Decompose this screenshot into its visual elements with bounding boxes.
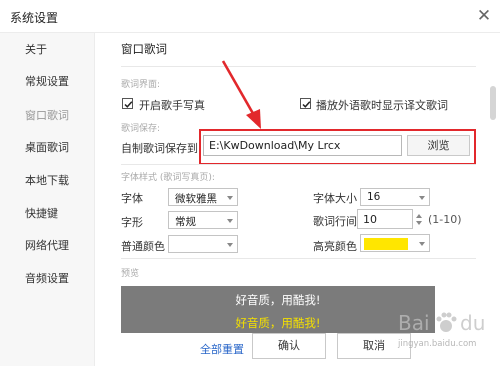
annotation-arrow-icon: [221, 60, 261, 129]
chevron-down-icon[interactable]: [416, 221, 422, 225]
highlight-color-swatch: [364, 238, 408, 250]
normal-color-swatch: [172, 239, 216, 251]
font-style-heading: 字体样式 (歌词写真页):: [121, 173, 215, 183]
font-shape-select[interactable]: 常规: [168, 211, 238, 229]
divider: [121, 258, 476, 259]
ok-button[interactable]: 确认: [252, 333, 326, 359]
check-icon: [302, 101, 311, 108]
sidebar-item-general[interactable]: 常规设置: [0, 71, 95, 93]
lyric-ui-heading: 歌词界面:: [121, 80, 161, 90]
line-spacing-value: 10: [363, 213, 377, 226]
highlight-color-select[interactable]: [360, 234, 430, 252]
font-select[interactable]: 微软雅黑: [168, 188, 238, 206]
chevron-down-icon: [419, 196, 425, 200]
sidebar-item-desktop-lyrics[interactable]: 桌面歌词: [0, 137, 95, 159]
baidu-watermark: Bai du jingyan.baidu.com: [378, 303, 498, 363]
title-bar: [0, 0, 500, 32]
highlight-color-label: 高亮颜色: [313, 240, 357, 253]
sidebar-item-window-lyrics[interactable]: 窗口歌词: [0, 105, 95, 127]
save-path-label: 自制歌词保存到:: [121, 142, 202, 155]
sidebar-item-local-download[interactable]: 本地下载: [0, 170, 95, 192]
scrollbar-thumb[interactable]: [490, 86, 496, 120]
sidebar-item-shortcuts[interactable]: 快捷键: [0, 203, 95, 225]
font-value: 微软雅黑: [175, 193, 217, 205]
font-shape-value: 常规: [175, 216, 196, 228]
chevron-down-icon: [227, 243, 233, 247]
preview-heading: 预览: [121, 269, 140, 279]
reset-all-link[interactable]: 全部重置: [200, 341, 244, 357]
paw-icon: [436, 312, 457, 332]
line-spacing-range: (1-10): [428, 213, 462, 226]
watermark-brand: Bai: [398, 311, 430, 335]
line-spacing-stepper[interactable]: [414, 209, 424, 229]
section-title: 窗口歌词: [121, 42, 167, 56]
font-size-value: 16: [367, 191, 381, 203]
chevron-down-icon: [227, 196, 233, 200]
lyric-save-heading: 歌词保存:: [121, 124, 161, 134]
font-size-label: 字体大小: [313, 192, 357, 205]
check-icon: [124, 101, 133, 108]
section-divider: [121, 66, 476, 67]
chevron-up-icon[interactable]: [416, 214, 422, 218]
font-label: 字体: [121, 192, 143, 205]
sidebar-item-audio[interactable]: 音频设置: [0, 268, 95, 290]
translation-label: 播放外语歌时显示译文歌词: [316, 99, 448, 112]
close-button[interactable]: ✕: [474, 6, 494, 26]
close-icon: ✕: [476, 6, 492, 26]
window-title: 系统设置: [10, 11, 59, 25]
chevron-down-icon: [227, 219, 233, 223]
line-spacing-input[interactable]: 10: [357, 209, 413, 229]
sidebar-item-network-proxy[interactable]: 网络代理: [0, 235, 95, 257]
watermark-url: jingyan.baidu.com: [398, 339, 477, 349]
normal-color-select[interactable]: [168, 235, 238, 253]
singer-photo-checkbox[interactable]: [122, 98, 133, 109]
translation-checkbox[interactable]: [300, 98, 311, 109]
divider: [121, 164, 476, 165]
font-size-select[interactable]: 16: [360, 188, 430, 206]
watermark-brand-suffix: du: [460, 311, 486, 335]
singer-photo-label: 开启歌手写真: [139, 99, 205, 112]
sidebar: 关于 常规设置 窗口歌词 桌面歌词 本地下载 快捷键 网络代理 音频设置: [0, 33, 95, 366]
sidebar-item-about[interactable]: 关于: [0, 39, 95, 61]
chevron-down-icon: [419, 242, 425, 246]
font-shape-label: 字形: [121, 216, 143, 229]
normal-color-label: 普通颜色: [121, 240, 165, 253]
line-spacing-label: 歌词行间: [313, 215, 357, 228]
